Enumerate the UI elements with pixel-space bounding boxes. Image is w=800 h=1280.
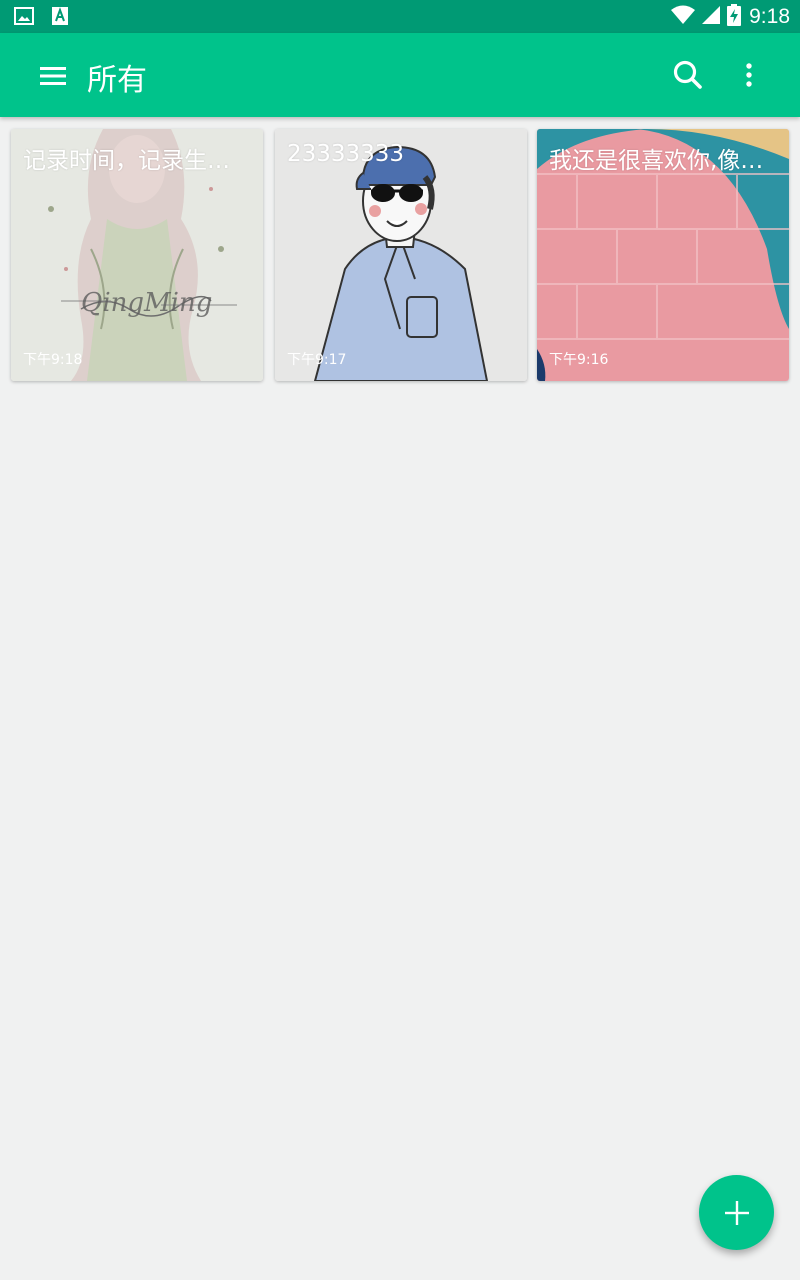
note-card[interactable]: QingMing 记录时间，记录生… 下午9:18 (11, 129, 263, 381)
note-title: 记录时间，记录生… (23, 148, 230, 174)
svg-text:QingMing: QingMing (81, 288, 212, 318)
note-time: 下午9:18 (23, 352, 83, 368)
note-time: 下午9:17 (287, 352, 347, 368)
image-notification-icon (14, 7, 34, 29)
plus-icon (724, 1200, 749, 1225)
note-title: 23333333 (287, 141, 405, 167)
status-time: 9:18 (749, 5, 790, 28)
menu-icon (40, 67, 66, 85)
status-bar: 9:18 (0, 0, 800, 33)
note-time: 下午9:16 (549, 352, 609, 368)
note-title: 我还是很喜欢你,像… (549, 148, 764, 174)
page-title: 所有 (87, 63, 147, 98)
note-card[interactable]: 23333333 下午9:17 (275, 129, 527, 381)
more-options-button[interactable] (730, 51, 768, 99)
note-card[interactable]: 我还是很喜欢你,像… 下午9:16 (537, 129, 789, 381)
wifi-icon (671, 5, 696, 29)
cell-signal-icon (701, 5, 721, 29)
notification-icons (14, 7, 68, 29)
search-button[interactable] (664, 51, 712, 99)
menu-button[interactable] (28, 51, 78, 101)
app-bar: 所有 (0, 33, 800, 117)
add-note-button[interactable] (699, 1175, 774, 1250)
battery-charging-icon (727, 4, 742, 30)
more-vert-icon (746, 63, 752, 87)
search-icon (673, 60, 702, 89)
text-notification-icon (52, 7, 68, 29)
